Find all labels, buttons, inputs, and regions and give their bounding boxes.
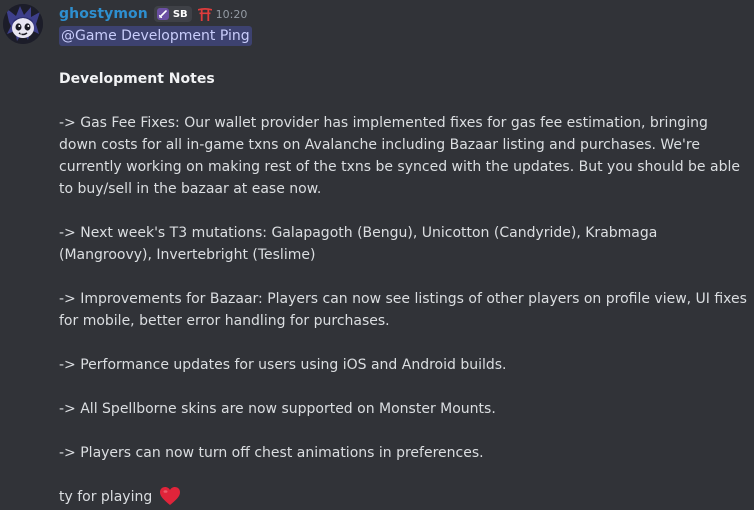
ghost-avatar-icon xyxy=(3,4,43,44)
timestamp[interactable]: 10:20 xyxy=(216,8,248,21)
heart-icon[interactable] xyxy=(159,486,181,506)
message-header: ghostymon SB 10:20 xyxy=(59,4,247,24)
chat-message: ghostymon SB 10:20 @Game Development Pin… xyxy=(0,0,754,510)
notes-title: Development Notes xyxy=(59,71,215,87)
closing-line: ty for playing xyxy=(59,486,749,508)
torii-gate-icon[interactable] xyxy=(197,6,213,22)
server-tag-label: SB xyxy=(172,8,188,20)
message-content: Development Notes -> Gas Fee Fixes: Our … xyxy=(59,68,749,508)
note-gas-fee: -> Gas Fee Fixes: Our wallet provider ha… xyxy=(59,115,740,197)
note-chest-animations: -> Players can now turn off chest animat… xyxy=(59,445,484,461)
role-mention[interactable]: @Game Development Ping xyxy=(59,26,252,46)
author-name[interactable]: ghostymon xyxy=(59,6,148,22)
note-mutations: -> Next week's T3 mutations: Galapagoth … xyxy=(59,225,658,263)
note-skins: -> All Spellborne skins are now supporte… xyxy=(59,401,496,417)
note-performance: -> Performance updates for users using i… xyxy=(59,357,507,373)
sword-icon xyxy=(156,7,170,21)
avatar[interactable] xyxy=(3,4,43,44)
server-tag[interactable]: SB xyxy=(153,6,192,22)
closing-text: ty for playing xyxy=(59,489,153,505)
note-bazaar: -> Improvements for Bazaar: Players can … xyxy=(59,291,747,329)
